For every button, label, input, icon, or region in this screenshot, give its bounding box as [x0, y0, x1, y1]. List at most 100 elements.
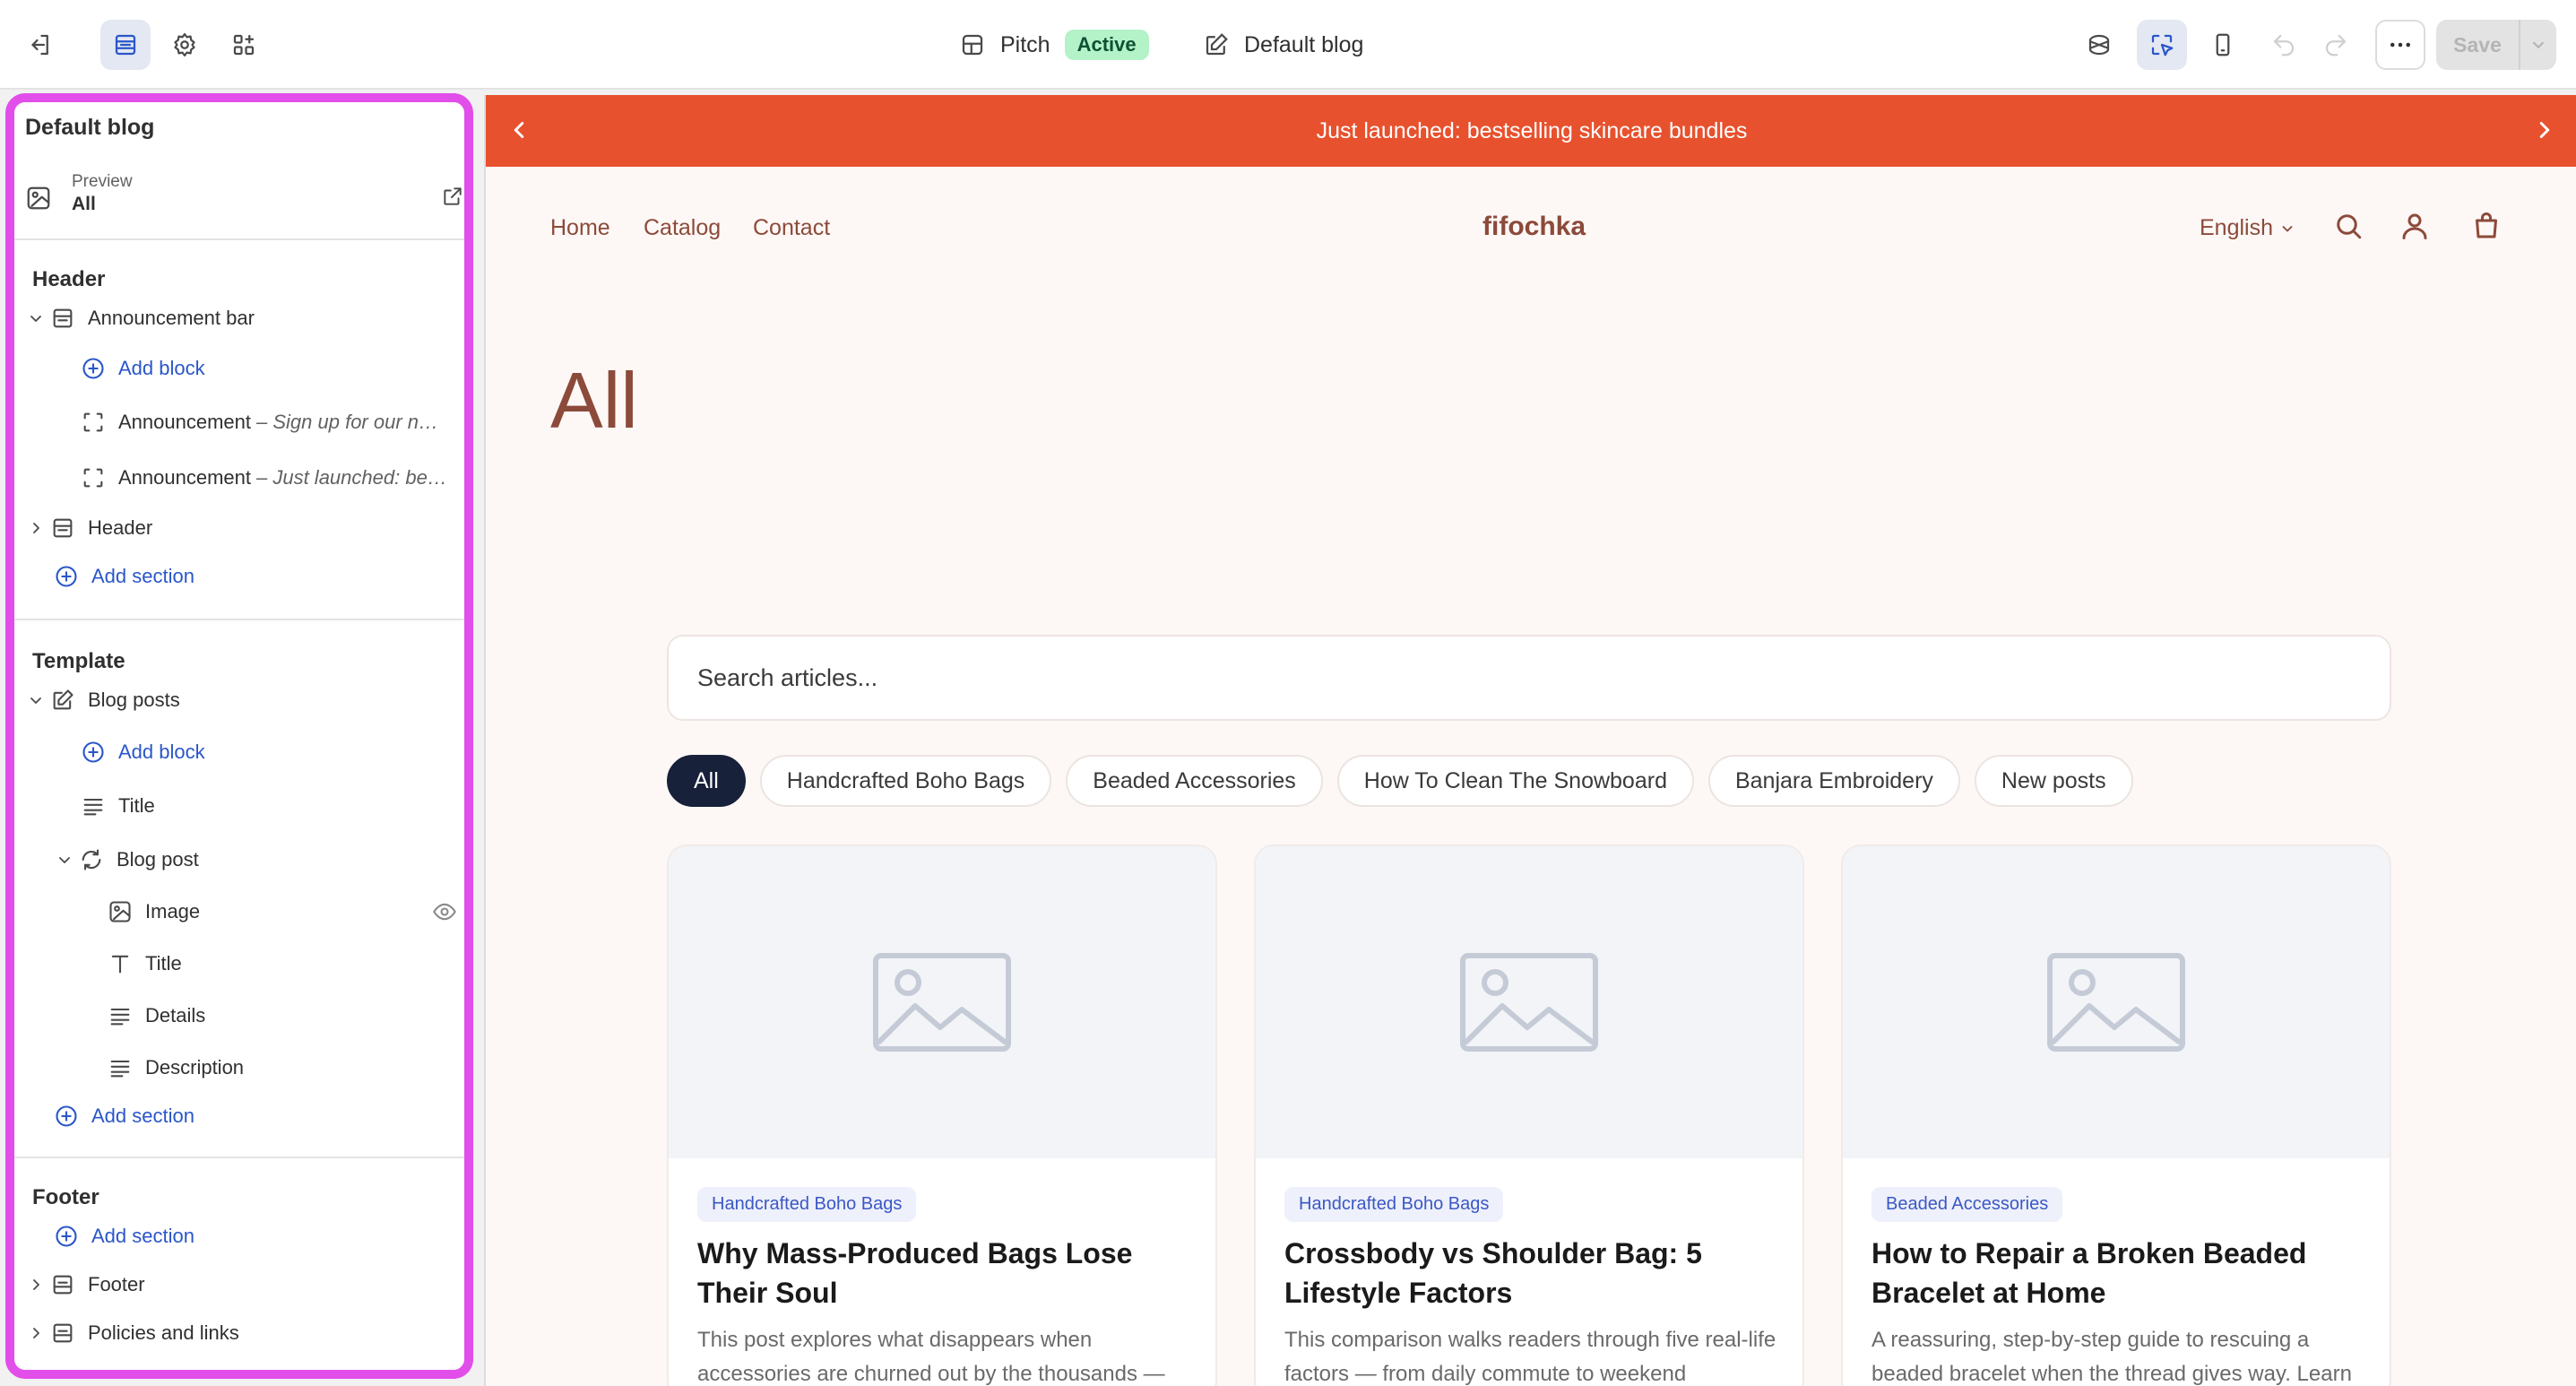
exit-icon[interactable] — [14, 20, 65, 70]
search-icon[interactable] — [2332, 210, 2364, 242]
chevron-right-icon[interactable] — [25, 1274, 47, 1295]
store-preview: Just launched: bestselling skincare bund… — [484, 95, 2576, 1386]
plus-circle-icon — [54, 1104, 79, 1129]
block-announcement-2[interactable]: Announcement – Just launched: bestsellin… — [14, 455, 448, 500]
filter-chip[interactable]: New posts — [1974, 755, 2133, 807]
chevron-right-icon[interactable] — [25, 1322, 47, 1344]
nav-link-home[interactable]: Home — [550, 215, 610, 241]
page-title: All — [550, 356, 638, 445]
add-section-label: Add section — [91, 565, 194, 587]
save-button[interactable]: Save — [2436, 20, 2556, 70]
undo-icon[interactable] — [2259, 20, 2309, 70]
nav-link-contact[interactable]: Contact — [753, 215, 830, 241]
block-label: Announcement — [118, 411, 251, 433]
section-footer[interactable]: Footer — [14, 1262, 464, 1307]
chevron-left-icon[interactable] — [506, 117, 532, 143]
chevron-down-icon[interactable] — [2519, 20, 2556, 70]
mobile-preview-icon[interactable] — [2198, 20, 2248, 70]
article-card[interactable]: Beaded Accessories How to Repair a Broke… — [1841, 845, 2391, 1386]
template-selector[interactable]: Default blog — [1203, 23, 1363, 66]
plus-circle-icon — [81, 740, 106, 765]
chevron-down-icon[interactable] — [54, 849, 75, 871]
more-actions-button[interactable] — [2375, 20, 2425, 70]
block-blog-post[interactable]: Blog post — [14, 837, 464, 882]
external-link-icon[interactable] — [441, 185, 464, 208]
filter-chip[interactable]: How To Clean The Snowboard — [1336, 755, 1694, 807]
theme-selector[interactable]: Pitch Active — [959, 23, 1149, 66]
sidebar-title: Default blog — [25, 115, 155, 140]
article-title[interactable]: Crossbody vs Shoulder Bag: 5 Lifestyle F… — [1284, 1234, 1786, 1312]
block-announcement-1[interactable]: Announcement – Sign up for our newslette… — [14, 400, 448, 445]
article-tag[interactable]: Handcrafted Boho Bags — [1284, 1187, 1504, 1222]
block-detail: – Just launched: bestselling skincare bu… — [256, 466, 448, 489]
block-title[interactable]: Title — [14, 784, 464, 828]
edit-page-icon — [1206, 33, 1228, 56]
inspector-icon[interactable] — [2074, 20, 2124, 70]
select-element-icon[interactable] — [2137, 20, 2187, 70]
add-section-label: Add section — [91, 1104, 194, 1127]
filter-chip[interactable]: Beaded Accessories — [1066, 755, 1323, 807]
chevron-down-icon[interactable] — [25, 308, 47, 329]
image-placeholder-icon — [1843, 846, 2390, 1158]
search-input[interactable]: Search articles... — [667, 635, 2391, 721]
gear-icon[interactable] — [160, 20, 210, 70]
block-description[interactable]: Description — [14, 1045, 464, 1090]
block-post-title[interactable]: Title — [14, 941, 464, 986]
section-icon — [50, 306, 75, 331]
account-icon[interactable] — [2399, 210, 2431, 242]
add-section-button[interactable]: Add section — [14, 1214, 464, 1259]
plus-circle-icon — [54, 1224, 79, 1249]
sections-icon[interactable] — [100, 20, 151, 70]
filter-chip[interactable]: Banjara Embroidery — [1707, 755, 1960, 807]
article-description: This comparison walks readers through fi… — [1284, 1328, 1776, 1386]
preview-value: All — [72, 194, 96, 214]
chevron-right-icon[interactable] — [2531, 117, 2558, 143]
section-header[interactable]: Header — [14, 506, 464, 550]
block-label: Image — [145, 900, 201, 923]
section-announcement-bar[interactable]: Announcement bar — [14, 296, 464, 341]
divider — [14, 238, 464, 240]
article-card[interactable]: Handcrafted Boho Bags Crossbody vs Shoul… — [1254, 845, 1804, 1386]
add-block-button[interactable]: Add block — [14, 730, 464, 775]
add-section-button[interactable]: Add section — [14, 1094, 464, 1139]
article-title[interactable]: How to Repair a Broken Beaded Bracelet a… — [1871, 1234, 2373, 1312]
section-label: Footer — [88, 1273, 145, 1295]
text-lines-icon — [108, 1055, 133, 1080]
section-policies-and-links[interactable]: Policies and links — [14, 1311, 464, 1356]
block-label: Title — [145, 952, 182, 975]
block-icon — [81, 465, 106, 490]
apps-icon[interactable] — [219, 20, 269, 70]
article-tag[interactable]: Beaded Accessories — [1871, 1187, 2063, 1222]
preview-selector[interactable]: Preview All — [25, 172, 464, 222]
store-logo[interactable]: fifochka — [1482, 212, 1586, 242]
block-label: Description — [145, 1056, 245, 1078]
article-title[interactable]: Why Mass-Produced Bags Lose Their Soul — [697, 1234, 1199, 1312]
image-icon — [25, 185, 52, 212]
block-image[interactable]: Image — [14, 889, 464, 934]
status-badge: Active — [1064, 30, 1149, 60]
redo-icon[interactable] — [2311, 20, 2361, 70]
chevron-right-icon[interactable] — [25, 517, 47, 539]
language-label: English — [2200, 215, 2273, 240]
section-blog-posts[interactable]: Blog posts — [14, 678, 464, 723]
add-section-button[interactable]: Add section — [14, 554, 464, 599]
image-icon — [108, 899, 133, 924]
block-label: Announcement — [118, 466, 251, 489]
chevron-down-icon[interactable] — [25, 689, 47, 711]
language-selector[interactable]: English — [2200, 215, 2296, 241]
announcement-text: Just launched: bestselling skincare bund… — [1316, 117, 1748, 143]
add-block-button[interactable]: Add block — [14, 346, 464, 391]
cart-icon[interactable] — [2470, 210, 2503, 242]
eye-icon[interactable] — [432, 899, 457, 924]
section-label: Blog posts — [88, 689, 180, 711]
section-icon — [50, 515, 75, 541]
article-card[interactable]: Handcrafted Boho Bags Why Mass-Produced … — [667, 845, 1217, 1386]
section-icon — [50, 1272, 75, 1297]
filter-chip[interactable]: Handcrafted Boho Bags — [759, 755, 1052, 807]
block-details[interactable]: Details — [14, 993, 464, 1038]
nav-link-catalog[interactable]: Catalog — [644, 215, 721, 241]
article-tag[interactable]: Handcrafted Boho Bags — [697, 1187, 917, 1222]
text-lines-icon — [81, 793, 106, 819]
filter-chip-all[interactable]: All — [667, 755, 746, 807]
article-description: This post explores what disappears when … — [697, 1328, 1165, 1386]
